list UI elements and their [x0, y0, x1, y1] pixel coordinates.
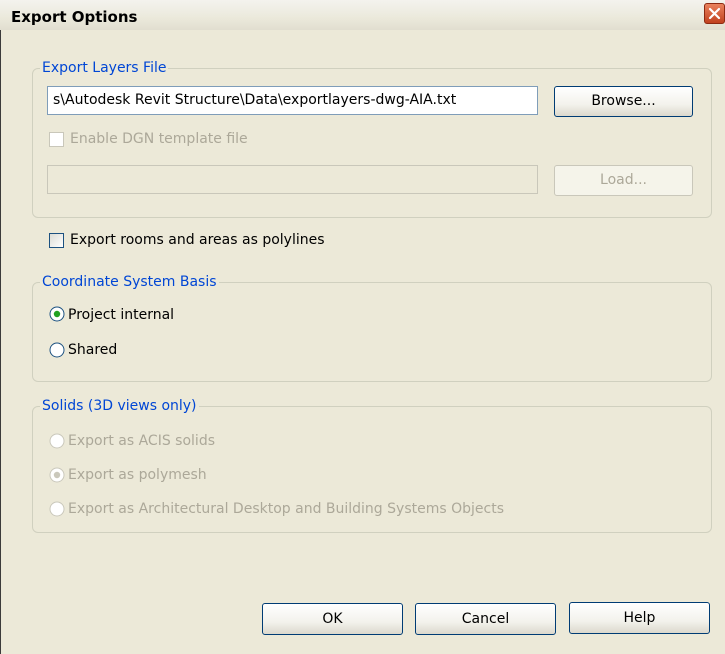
export-rooms-polylines-label: Export rooms and areas as polylines	[70, 232, 325, 248]
close-icon	[708, 7, 721, 20]
browse-button[interactable]: Browse...	[554, 86, 693, 117]
shared-label: Shared	[68, 342, 118, 358]
window-left-border	[0, 30, 1, 654]
export-polymesh-radio[interactable]	[49, 467, 65, 483]
export-acis-solids-label: Export as ACIS solids	[68, 433, 215, 449]
project-internal-label: Project internal	[68, 307, 175, 323]
export-polymesh-label: Export as polymesh	[68, 467, 207, 483]
ok-button[interactable]: OK	[262, 603, 403, 635]
enable-dgn-checkbox[interactable]	[49, 132, 64, 147]
load-button[interactable]: Load...	[554, 165, 693, 196]
help-button[interactable]: Help	[569, 602, 710, 634]
coordinate-system-legend: Coordinate System Basis	[40, 273, 219, 291]
title-bar[interactable]: Export Options	[0, 0, 725, 30]
export-options-dialog: Export Options Export Layers File s\Auto…	[0, 0, 725, 654]
coordinate-system-group: Coordinate System Basis	[32, 273, 712, 382]
dgn-template-path-field[interactable]	[47, 165, 538, 194]
close-button[interactable]	[704, 3, 725, 24]
export-adt-objects-radio[interactable]	[49, 501, 65, 517]
project-internal-radio[interactable]	[49, 306, 65, 322]
enable-dgn-label: Enable DGN template file	[70, 131, 248, 147]
cancel-button[interactable]: Cancel	[415, 603, 556, 635]
dialog-title: Export Options	[11, 8, 138, 26]
shared-radio[interactable]	[49, 342, 65, 358]
export-layers-legend: Export Layers File	[40, 59, 169, 77]
export-acis-solids-radio[interactable]	[49, 433, 65, 449]
layers-file-path-field[interactable]: s\Autodesk Revit Structure\Data\exportla…	[47, 86, 538, 115]
export-adt-objects-label: Export as Architectural Desktop and Buil…	[68, 501, 504, 517]
solids-legend: Solids (3D views only)	[40, 397, 199, 415]
export-rooms-polylines-checkbox[interactable]	[49, 233, 64, 248]
